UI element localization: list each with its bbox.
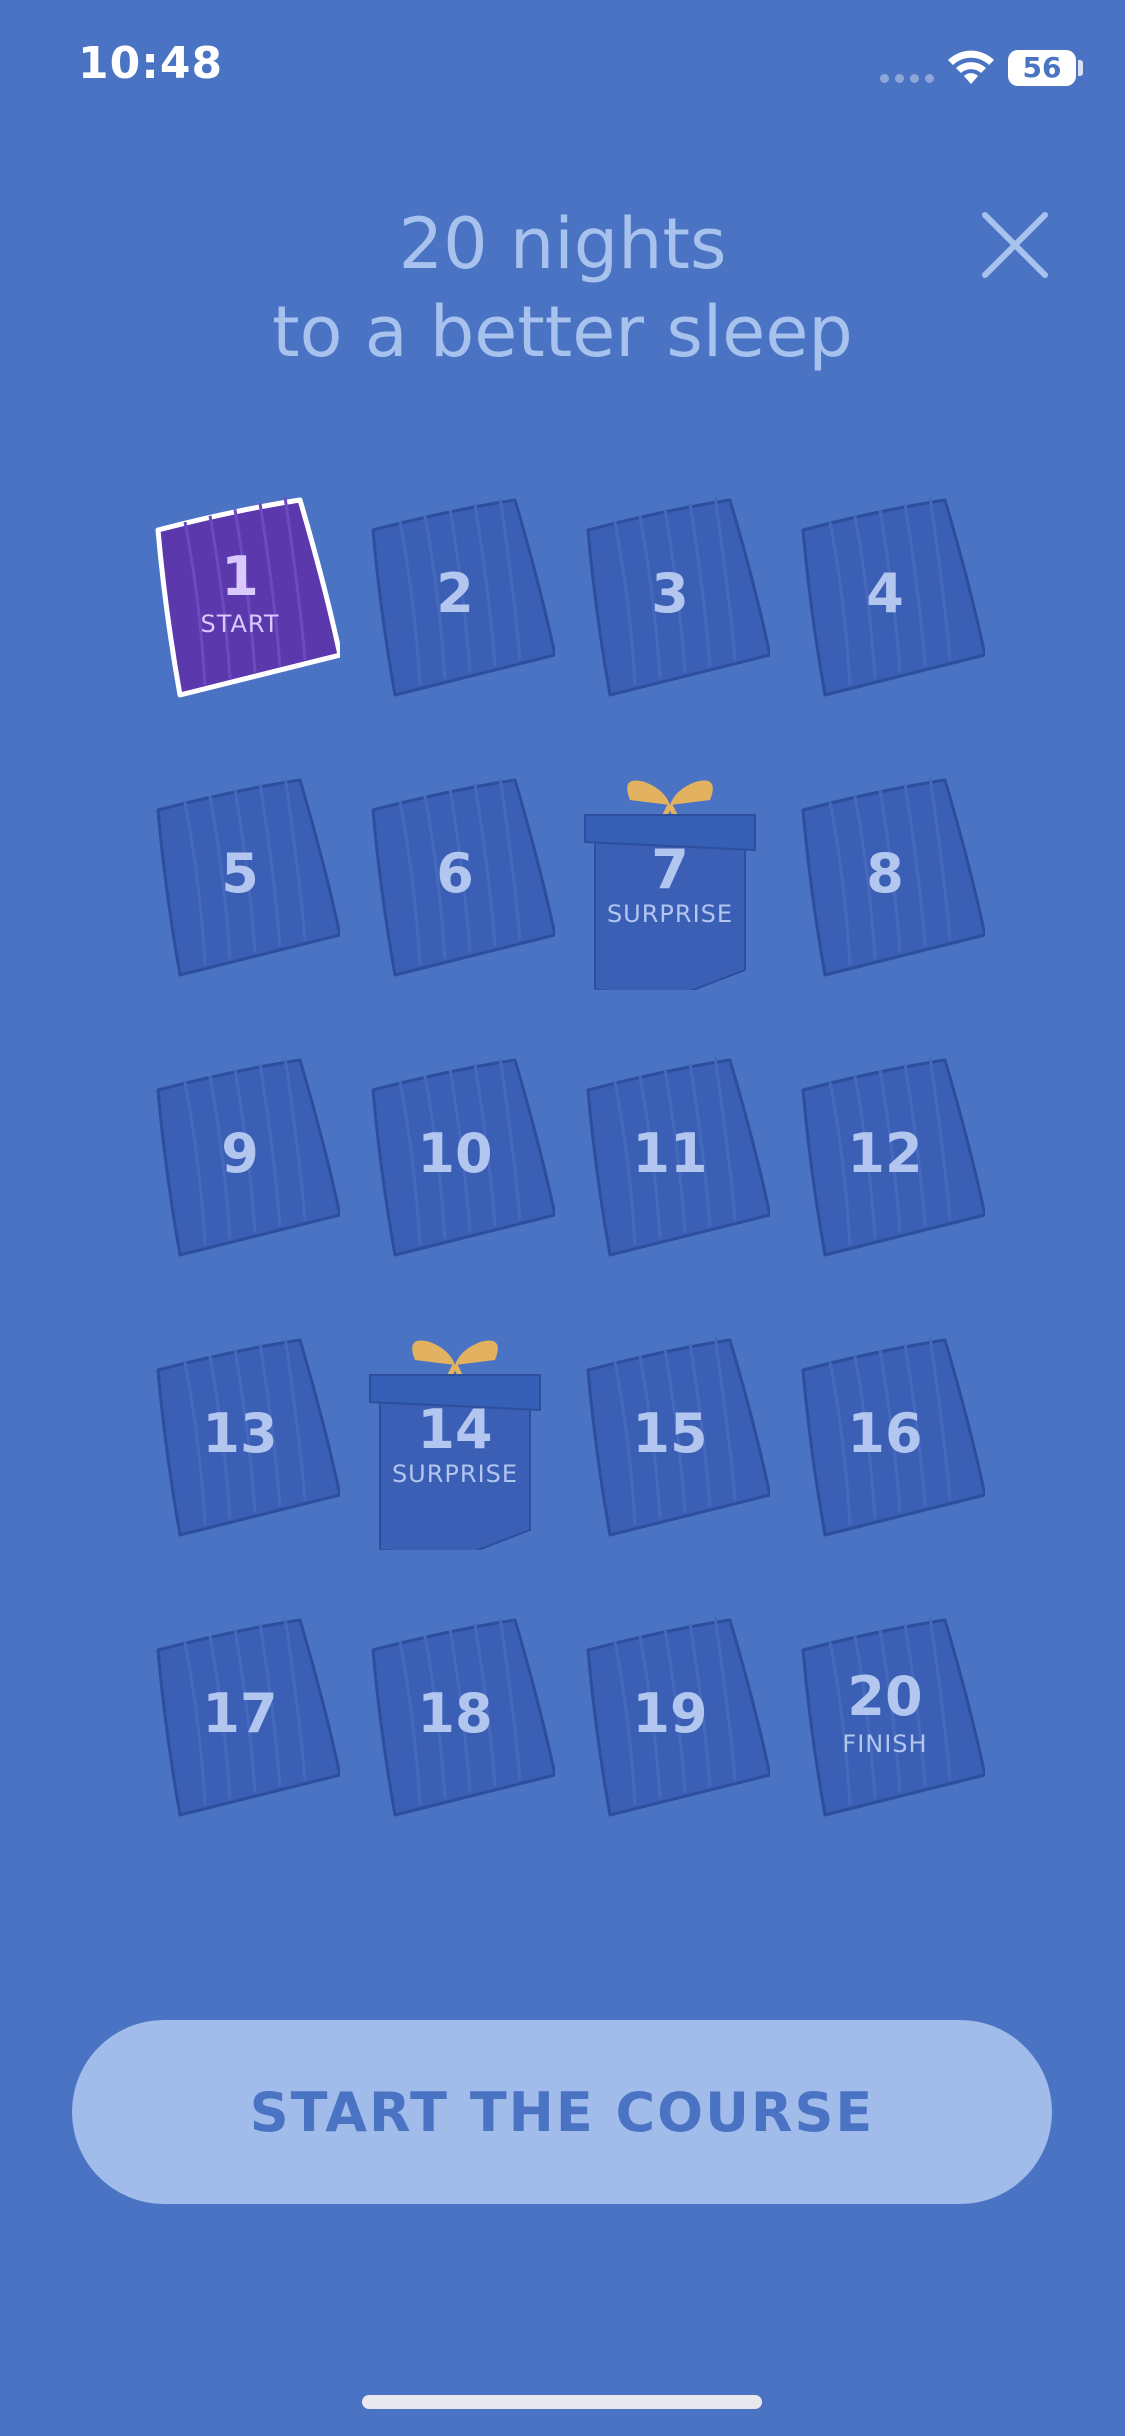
night-tile-17[interactable]: 17 bbox=[140, 1610, 340, 1830]
night-number: 17 bbox=[202, 1682, 278, 1745]
title-line-1: 20 nights bbox=[398, 203, 727, 285]
night-tile-16[interactable]: 16 bbox=[785, 1330, 985, 1550]
battery-tip bbox=[1078, 60, 1083, 76]
night-label: FINISH bbox=[842, 1730, 928, 1758]
status-time: 10:48 bbox=[78, 38, 224, 89]
night-tile-19[interactable]: 19 bbox=[570, 1610, 770, 1830]
night-tile-20[interactable]: 20 FINISH bbox=[785, 1610, 985, 1830]
status-bar: 10:48 56 bbox=[0, 0, 1125, 140]
night-number: 18 bbox=[417, 1682, 493, 1745]
night-tile-2[interactable]: 2 bbox=[355, 490, 555, 710]
night-tile-12[interactable]: 12 bbox=[785, 1050, 985, 1270]
close-button[interactable] bbox=[975, 205, 1055, 285]
night-tile-18[interactable]: 18 bbox=[355, 1610, 555, 1830]
night-label: SURPRISE bbox=[391, 1460, 519, 1488]
night-tile-10[interactable]: 10 bbox=[355, 1050, 555, 1270]
night-number: 1 bbox=[221, 545, 259, 608]
night-number: 2 bbox=[436, 562, 474, 625]
night-number: 14 bbox=[417, 1398, 493, 1461]
night-number: 11 bbox=[632, 1122, 708, 1185]
night-tile-5[interactable]: 5 bbox=[140, 770, 340, 990]
night-tile-13[interactable]: 13 bbox=[140, 1330, 340, 1550]
night-number: 19 bbox=[632, 1682, 708, 1745]
night-number: 16 bbox=[847, 1402, 923, 1465]
night-tile-8[interactable]: 8 bbox=[785, 770, 985, 990]
start-course-button[interactable]: START THE COURSE bbox=[72, 2020, 1052, 2204]
night-number: 9 bbox=[221, 1122, 259, 1185]
night-number: 3 bbox=[651, 562, 689, 625]
night-label: SURPRISE bbox=[606, 900, 734, 928]
night-tile-3[interactable]: 3 bbox=[570, 490, 770, 710]
night-tile-4[interactable]: 4 bbox=[785, 490, 985, 710]
night-tile-9[interactable]: 9 bbox=[140, 1050, 340, 1270]
battery-indicator: 56 bbox=[1008, 50, 1076, 86]
night-tile-14[interactable]: 14 SURPRISE bbox=[355, 1330, 555, 1550]
title-line-2: to a better sleep bbox=[272, 291, 853, 373]
night-number: 5 bbox=[221, 842, 259, 905]
night-number: 6 bbox=[436, 842, 474, 905]
night-number: 10 bbox=[417, 1122, 493, 1185]
night-number: 7 bbox=[651, 838, 689, 901]
night-label: START bbox=[200, 610, 280, 638]
night-number: 13 bbox=[202, 1402, 278, 1465]
cellular-signal-icon bbox=[880, 74, 934, 83]
page-title: 20 nights to a better sleep bbox=[0, 200, 1125, 376]
home-indicator bbox=[362, 2395, 762, 2409]
night-tile-1[interactable]: 1 START bbox=[140, 490, 340, 710]
night-tile-6[interactable]: 6 bbox=[355, 770, 555, 990]
night-number: 4 bbox=[866, 562, 904, 625]
night-number: 12 bbox=[847, 1122, 923, 1185]
close-icon bbox=[982, 212, 1048, 278]
night-number: 8 bbox=[866, 842, 904, 905]
night-tile-11[interactable]: 11 bbox=[570, 1050, 770, 1270]
night-number: 20 bbox=[847, 1665, 923, 1728]
wifi-icon bbox=[948, 50, 994, 84]
night-tile-15[interactable]: 15 bbox=[570, 1330, 770, 1550]
night-tile-7[interactable]: 7 SURPRISE bbox=[570, 770, 770, 990]
night-number: 15 bbox=[632, 1402, 708, 1465]
